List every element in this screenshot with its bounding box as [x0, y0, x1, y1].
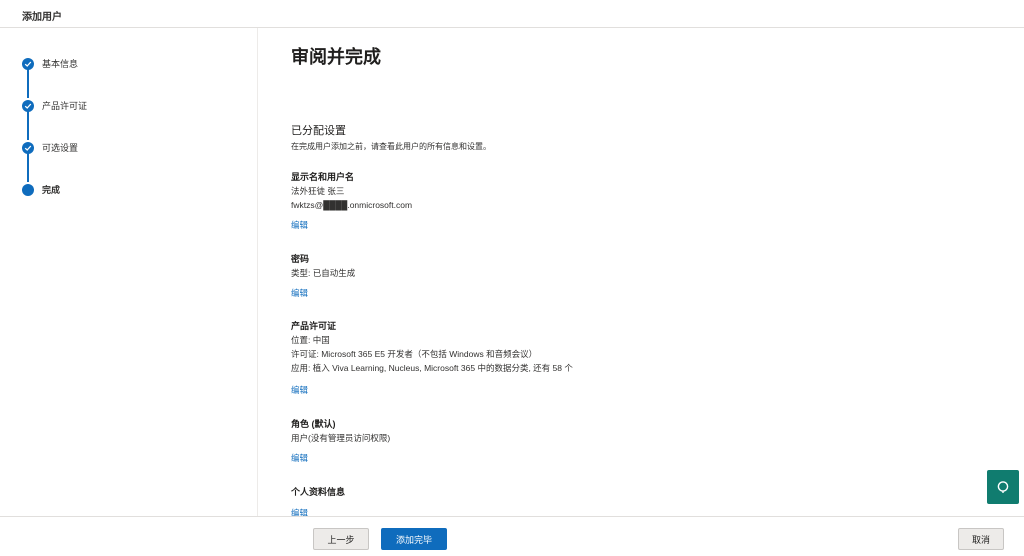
content-scrollbar[interactable] [1014, 28, 1022, 516]
edit-display-name-link[interactable]: 编辑 [291, 218, 412, 232]
license-location-value: 位置: 中国 [291, 335, 330, 345]
display-name-block: 显示名和用户名 法外狂徒 张三 fwktzs@████.onmicrosoft.… [291, 170, 412, 232]
step-label: 可选设置 [42, 143, 79, 153]
current-step-dot-icon [22, 184, 34, 196]
cancel-button[interactable]: 取消 [958, 528, 1004, 550]
top-bar: 添加用户 [0, 0, 1024, 28]
block-title: 显示名和用户名 [291, 172, 355, 182]
step-connector [27, 111, 29, 140]
wizard-steps: 基本信息 产品许可证 可选设置 完成 [0, 28, 258, 516]
checkmark-icon [22, 142, 34, 154]
block-title: 个人资料信息 [291, 487, 346, 497]
footer-bar: 上一步 添加完毕 取消 [0, 516, 1024, 556]
block-title: 密码 [291, 254, 310, 264]
edit-password-link[interactable]: 编辑 [291, 286, 355, 300]
license-value: 许可证: Microsoft 365 E5 开发者（不包括 Windows 和音… [291, 349, 538, 359]
checkmark-icon [22, 58, 34, 70]
panel-title: 添加用户 [22, 12, 62, 23]
back-button[interactable]: 上一步 [313, 528, 369, 550]
profile-info-block: 个人资料信息 编辑 [291, 485, 345, 516]
step-label: 完成 [42, 185, 61, 195]
edit-profile-link[interactable]: 编辑 [291, 506, 345, 516]
role-value: 用户(没有管理员访问权限) [291, 433, 391, 443]
page-title: 审阅并完成 [291, 47, 381, 67]
edit-license-link[interactable]: 编辑 [291, 383, 573, 397]
display-name-value: 法外狂徒 张三 [291, 186, 345, 196]
username-value: fwktzs@████.onmicrosoft.com [291, 200, 413, 210]
section-title: 已分配设置 [291, 125, 346, 137]
apps-value: 应用: 植入 Viva Learning, Nucleus, Microsoft… [291, 363, 573, 373]
step-label: 产品许可证 [42, 101, 88, 111]
password-block: 密码 类型: 已自动生成 编辑 [291, 252, 355, 300]
password-type-value: 类型: 已自动生成 [291, 268, 356, 278]
block-title: 产品许可证 [291, 321, 337, 331]
block-title: 角色 (默认) [291, 419, 336, 429]
section-description: 在完成用户添加之前，请查看此用户的所有信息和设置。 [291, 142, 491, 151]
step-connector [27, 153, 29, 182]
role-block: 角色 (默认) 用户(没有管理员访问权限) 编辑 [291, 417, 390, 465]
checkmark-icon [22, 100, 34, 112]
step-connector [27, 69, 29, 98]
review-panel: 审阅并完成 已分配设置 在完成用户添加之前，请查看此用户的所有信息和设置。 显示… [258, 28, 985, 516]
finish-adding-button[interactable]: 添加完毕 [381, 528, 447, 550]
step-label: 基本信息 [42, 59, 79, 69]
chat-icon [997, 481, 1009, 493]
product-license-block: 产品许可证 位置: 中国 许可证: Microsoft 365 E5 开发者（不… [291, 319, 573, 397]
help-chat-button[interactable] [987, 470, 1019, 504]
edit-role-link[interactable]: 编辑 [291, 451, 390, 465]
